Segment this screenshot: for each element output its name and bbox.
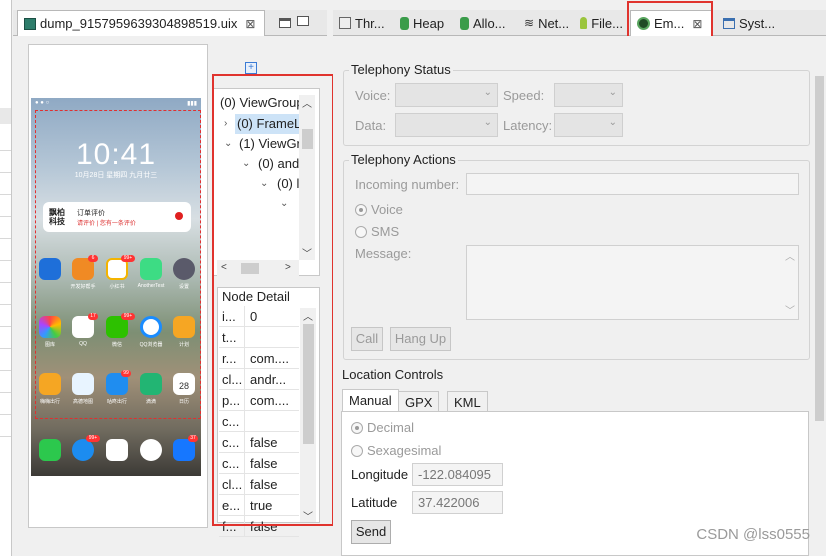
chevron-down-icon: ⌄ (483, 117, 492, 128)
chevron-down-icon: ⌄ (608, 117, 617, 128)
tab-label: Heap (413, 15, 445, 31)
voice-label: Voice: (355, 88, 391, 103)
tab-gpx[interactable]: GPX (398, 391, 440, 413)
latitude-label: Latitude (351, 495, 398, 510)
app-badge: 99+ (86, 435, 100, 442)
messages-icon[interactable] (72, 439, 94, 461)
longitude-input[interactable]: -122.084095 (412, 463, 503, 486)
decimal-radio-label: Decimal (367, 420, 414, 435)
expand-all-icon[interactable]: + (245, 62, 257, 74)
tab-file-explorer[interactable]: File... (574, 10, 629, 36)
battery-icon: ▮▮▮ (187, 101, 197, 107)
status-icons: ● ● ○ (35, 100, 50, 106)
latency-select[interactable]: ⌄ (554, 113, 623, 137)
maximize-icon[interactable] (297, 16, 309, 26)
tab-system-information[interactable]: Syst... (717, 10, 783, 36)
ddms-tab-bar: Thr... Heap Allo... ≋ Net... File... Em.… (333, 10, 826, 36)
dump-tab-bar: dump_9157959639304898519.uix ⊠ (13, 10, 327, 36)
telephony-actions-title: Telephony Actions (349, 152, 458, 167)
incoming-number-label: Incoming number: (355, 177, 460, 192)
chevron-down-icon: ﹀ (785, 306, 795, 317)
decimal-radio[interactable] (351, 422, 363, 434)
heap-icon (400, 16, 409, 30)
speed-label: Speed: (503, 88, 545, 103)
tab-label: Thr... (355, 15, 385, 31)
window-icon (723, 17, 735, 29)
latency-label: Latency: (503, 118, 553, 133)
tab-dump-file-label: dump_9157959639304898519.uix (40, 16, 238, 31)
message-textarea[interactable]: ︿ ﹀ (466, 245, 799, 320)
android-icon (580, 17, 588, 29)
threads-icon (339, 17, 351, 29)
sms-radio[interactable] (355, 226, 367, 238)
close-icon[interactable]: ⊠ (245, 17, 255, 31)
tab-network[interactable]: ≋ Net... (518, 10, 573, 36)
chevron-up-icon: ︿ (785, 252, 795, 263)
data-label: Data: (355, 118, 387, 133)
voice-radio[interactable] (355, 204, 367, 216)
data-select[interactable]: ⌄ (395, 113, 498, 137)
scroll-thumb[interactable] (815, 76, 824, 421)
minimize-icon[interactable] (279, 18, 291, 28)
watermark: CSDN @lss0555 (696, 526, 810, 543)
clock-icon[interactable] (140, 439, 162, 461)
voice-select[interactable]: ⌄ (395, 83, 498, 107)
tab-label: File... (591, 15, 623, 31)
tab-threads[interactable]: Thr... (333, 10, 393, 36)
wifi-icon: ≋ (524, 16, 535, 30)
left-view-strip (0, 0, 12, 556)
longitude-label: Longitude (351, 467, 409, 482)
chevron-down-icon: ⌄ (608, 87, 617, 98)
message-label: Message: (355, 246, 412, 261)
tab-heap[interactable]: Heap (394, 10, 453, 36)
sexagesimal-radio[interactable] (351, 445, 363, 457)
tab-allocation[interactable]: Allo... (454, 10, 517, 36)
send-button[interactable]: Send (351, 520, 391, 544)
selected-node-bounds (35, 110, 201, 419)
tab-dump-file[interactable]: dump_9157959639304898519.uix ⊠ (17, 10, 265, 36)
hang-up-button[interactable]: Hang Up (390, 327, 451, 351)
location-controls-title: Location Controls (342, 367, 444, 382)
latitude-input[interactable]: 37.422006 (412, 491, 503, 514)
tab-label: Net... (538, 15, 570, 31)
camera-icon[interactable] (106, 439, 128, 461)
speed-select[interactable]: ⌄ (554, 83, 623, 107)
call-button[interactable]: Call (351, 327, 383, 351)
tab-label: Syst... (739, 15, 776, 31)
voice-radio-label: Voice (371, 202, 403, 217)
emulator-vertical-scrollbar[interactable] (812, 36, 826, 556)
telephony-status-title: Telephony Status (349, 62, 453, 77)
app-badge: 37 (188, 435, 198, 442)
tab-manual[interactable]: Manual (342, 389, 399, 412)
chevron-down-icon: ⌄ (483, 87, 492, 98)
tab-label: Allo... (473, 15, 506, 31)
phone-icon[interactable] (39, 439, 61, 461)
incoming-number-input[interactable] (466, 173, 799, 195)
sms-radio-label: SMS (371, 224, 400, 239)
allocation-icon (460, 16, 469, 30)
ddms-window: dump_9157959639304898519.uix ⊠ ● ● ○ ▮▮▮… (0, 0, 826, 556)
tab-kml[interactable]: KML (447, 391, 488, 413)
highlight-box (212, 74, 334, 526)
sexagesimal-radio-label: Sexagesimal (367, 443, 442, 458)
uix-file-icon (24, 17, 36, 30)
alipay-icon[interactable] (173, 439, 195, 461)
